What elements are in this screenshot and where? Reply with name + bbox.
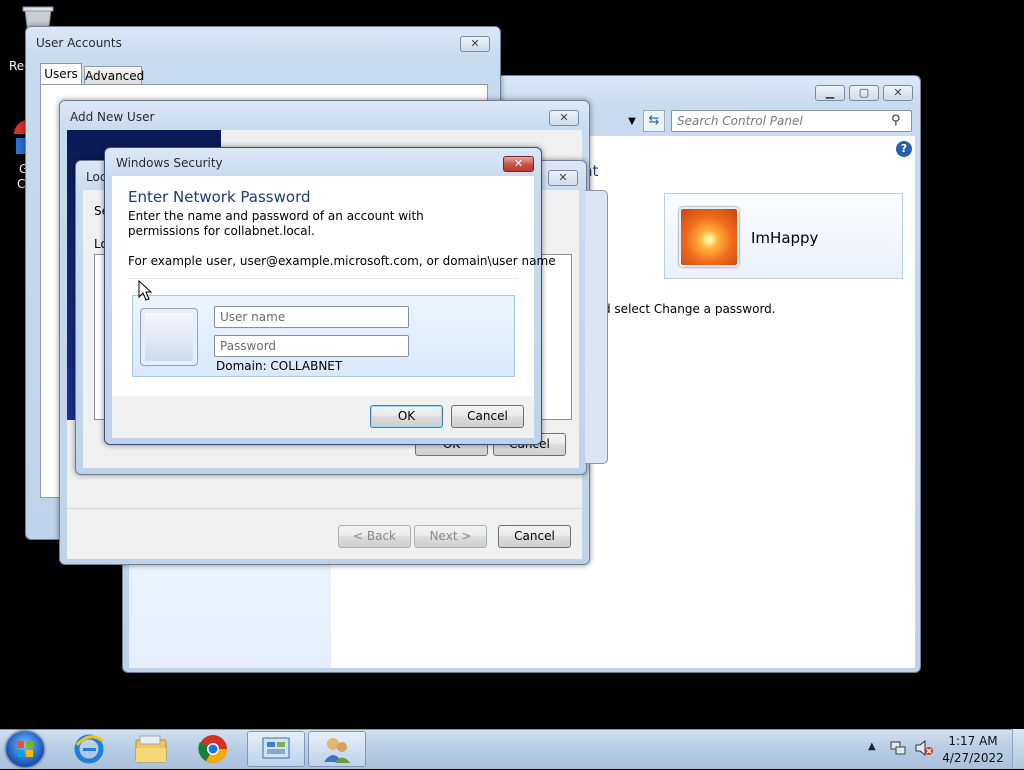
close-button[interactable]: ✕ [503,156,534,172]
account-name: ImHappy [751,229,819,247]
window-title: Add New User [70,110,155,124]
clock-date[interactable]: 4/27/2022 [942,751,1004,765]
close-button[interactable]: ✕ [549,110,579,126]
window-title: Windows Security [116,156,223,170]
window-title: User Accounts [36,36,122,50]
user-avatar [679,207,739,267]
windows-security-dialog: Windows Security ✕ Enter Network Passwor… [104,147,556,445]
tab-advanced[interactable]: Advanced [84,66,144,85]
user-tile-icon [140,308,198,366]
clock-time[interactable]: 1:17 AM [948,734,998,748]
credential-panel: User name Password Domain: COLLABNET [132,295,515,377]
account-card[interactable]: ImHappy [664,193,903,279]
dialog-body: Enter Network Password Enter the name an… [112,176,556,396]
explorer-taskbar-icon[interactable] [128,731,174,767]
dialog-footer: OK Cancel [112,396,534,438]
volume-muted-icon[interactable] [914,739,934,760]
password-input[interactable]: Password [214,335,409,357]
show-hidden-icons-icon[interactable]: ▲ [868,741,876,752]
tab-users[interactable]: Users [40,63,82,86]
ie-taskbar-icon[interactable] [66,731,112,767]
control-panel-taskbar-icon[interactable] [247,731,305,767]
dialog-heading: Enter Network Password [128,188,311,206]
mouse-cursor [138,279,153,305]
cancel-button[interactable]: Cancel [498,525,571,548]
refresh-icon[interactable]: ⇆ [643,110,665,132]
maximize-button[interactable]: ▢ [849,85,879,101]
search-input[interactable]: Search Control Panel [671,110,912,132]
close-button[interactable]: ✕ [548,170,578,186]
select-dialog-edge [585,190,608,464]
domain-label: Domain: COLLABNET [216,359,343,373]
address-dropdown-icon[interactable]: ▼ [623,112,641,132]
user-accounts-taskbar-icon[interactable] [308,731,366,767]
back-button[interactable]: < Back [338,525,411,548]
close-button[interactable]: ✕ [460,36,490,52]
minimize-button[interactable]: ▁ [815,85,845,101]
chrome-taskbar-icon[interactable] [190,731,236,767]
next-button[interactable]: Next > [414,525,487,548]
instruction-text: d select Change a password. [603,302,776,316]
start-button[interactable] [6,731,44,767]
separator [128,278,518,279]
dialog-example: For example user, user@example.microsoft… [128,254,556,268]
username-input[interactable]: User name [214,306,409,328]
close-button[interactable]: ✕ [883,85,913,101]
dialog-description: Enter the name and password of an accoun… [128,209,424,238]
help-icon[interactable]: ? [896,141,912,157]
show-desktop-button[interactable] [1012,729,1024,768]
ok-button[interactable]: OK [370,405,443,428]
network-icon[interactable] [889,739,907,760]
windows-logo-icon [17,741,33,757]
search-icon[interactable]: ⚲ [891,113,901,128]
wizard-footer: < Back Next > Cancel [67,508,582,559]
cancel-button[interactable]: Cancel [451,405,524,428]
